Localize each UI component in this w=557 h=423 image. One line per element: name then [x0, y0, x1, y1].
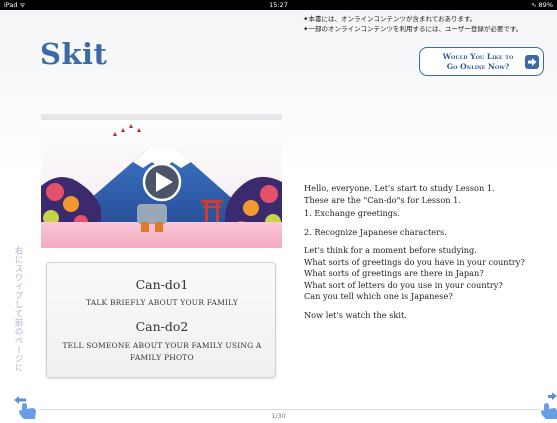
cando-card: Can-do1 TALK BRIEFLY ABOUT YOUR FAMILY C…	[46, 262, 276, 378]
page-number: 1/30	[271, 412, 286, 420]
swipe-hint: 右にスワイプして前のページに	[13, 246, 23, 372]
page-title: Skit	[40, 37, 108, 71]
text-line: Let's think for a moment before studying…	[304, 245, 477, 255]
go-online-label: Would You Like to Go Online Now?	[442, 52, 514, 71]
clock: 15:27	[269, 1, 288, 9]
text-line: What sorts of greetings do you have in y…	[304, 256, 525, 267]
cando2-description-line1: TELL SOMEONE ABOUT YOUR FAMILY USING A	[62, 341, 262, 350]
text-line: Hello, everyone. Let's start to study Le…	[304, 183, 495, 193]
cando2-description-line2: FAMILY PHOTO	[130, 353, 194, 362]
text-line: What sorts of greetings are there in Jap…	[304, 268, 484, 278]
text-line: What sort of letters do you use in your …	[304, 279, 503, 290]
battery-indicator: ∿ 89%	[531, 1, 553, 9]
list-item: 2. Recognize Japanese characters.	[304, 226, 447, 237]
online-notice: ✦本書には、オンラインコンテンツが含まれておあります。 ✦一部のオンラインコンテ…	[303, 14, 522, 34]
footer-divider	[40, 409, 540, 410]
list-item: 1. Exchange greetings.	[304, 208, 400, 218]
lesson-intro-text: Hello, everyone. Let's start to study Le…	[304, 183, 525, 321]
notice-line-2: ✦一部のオンラインコンテンツを利用するには、ユーザー登録が必要です。	[303, 25, 523, 33]
arrow-right-icon	[525, 55, 539, 69]
go-online-button[interactable]: Would You Like to Go Online Now?	[419, 47, 544, 76]
status-bar: iPad ᯤ 15:27 ∿ 89%	[0, 0, 557, 10]
cando1-description: TALK BRIEFLY ABOUT YOUR FAMILY	[85, 298, 239, 307]
cando2-heading: Can-do2	[135, 319, 189, 334]
text-line: Now let's watch the skit.	[304, 309, 407, 320]
notice-line-1: ✦本書には、オンラインコンテンツが含まれておあります。	[303, 15, 477, 23]
video-thumbnail	[41, 114, 282, 248]
text-line: These are the "Can-do"s for Lesson 1.	[304, 194, 461, 205]
skit-video[interactable]	[41, 114, 282, 248]
text-line: Can you tell which one is Japanese?	[304, 291, 453, 301]
cando1-heading: Can-do1	[135, 277, 189, 292]
